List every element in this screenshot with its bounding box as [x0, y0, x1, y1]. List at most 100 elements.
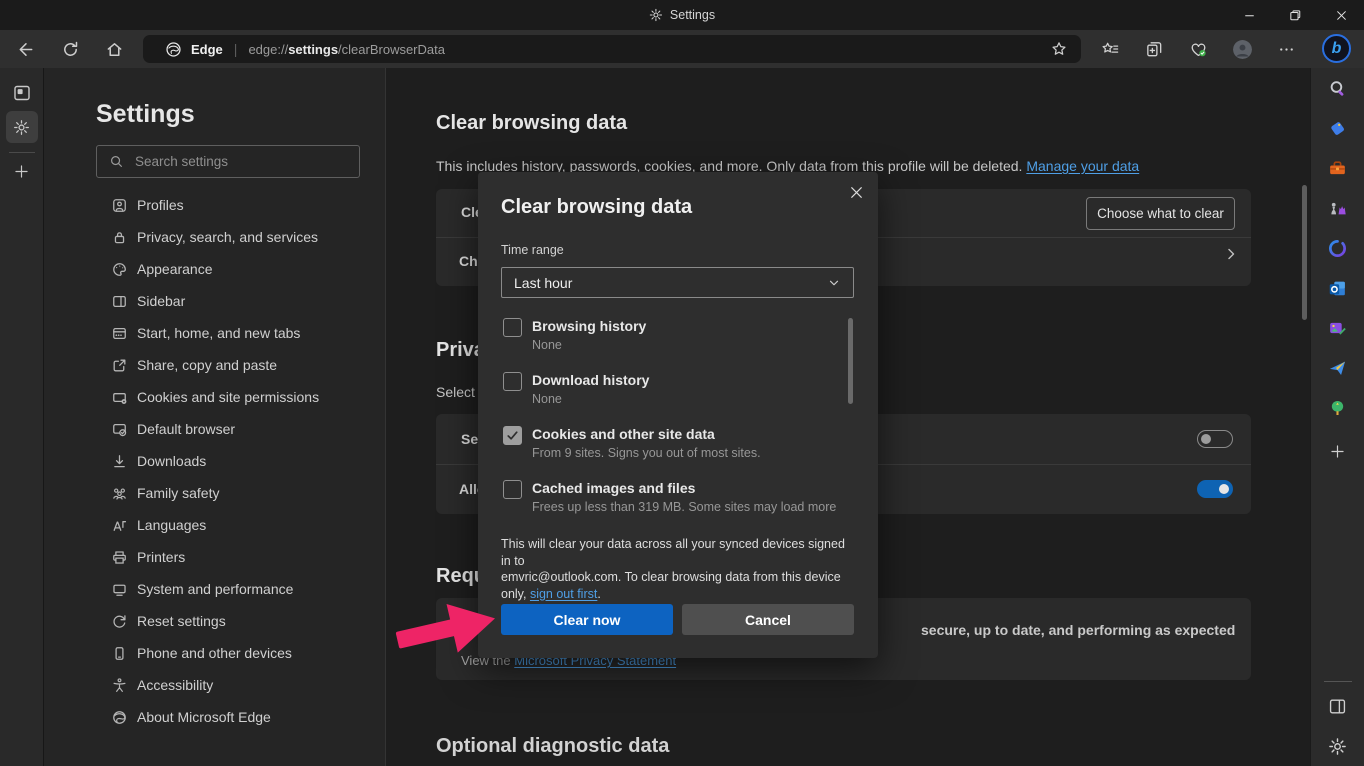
- download-history-checkbox[interactable]: [503, 372, 522, 391]
- sidebar-image-creator-button[interactable]: [1318, 308, 1358, 348]
- favorite-star-icon[interactable]: [1050, 40, 1068, 58]
- sidebar-settings-button[interactable]: [1318, 726, 1358, 766]
- sidebar-microsoft365-button[interactable]: [1318, 228, 1358, 268]
- time-range-value: Last hour: [514, 275, 572, 291]
- sidebar-tools-button[interactable]: [1318, 148, 1358, 188]
- panel-icon: [1327, 696, 1348, 717]
- search-input[interactable]: [133, 153, 359, 170]
- browser-check-icon: [111, 421, 128, 438]
- url-path: /clearBrowserData: [338, 42, 445, 57]
- dialog-close-button[interactable]: [848, 184, 865, 201]
- sign-out-first-link[interactable]: sign out first: [530, 587, 597, 601]
- dialog-title: Clear browsing data: [501, 196, 692, 219]
- sidebar-drop-button[interactable]: [1318, 348, 1358, 388]
- new-tab-icon[interactable]: [13, 163, 30, 180]
- sync-note-prefix: only,: [501, 587, 530, 601]
- sidebar-item-label: Downloads: [137, 453, 206, 469]
- address-bar[interactable]: Edge | edge://settings/clearBrowserData: [143, 35, 1081, 63]
- clear-now-button[interactable]: Clear now: [501, 604, 673, 635]
- secure-text: secure, up to date, and performing as ex…: [921, 622, 1235, 638]
- sidebar-item-label: Appearance: [137, 261, 213, 277]
- sidebar-tree-app-button[interactable]: [1318, 388, 1358, 428]
- do-not-track-toggle[interactable]: [1197, 430, 1233, 448]
- manage-your-data-link[interactable]: Manage your data: [1026, 158, 1139, 174]
- sidebar-item-share[interactable]: Share, copy and paste: [96, 349, 378, 381]
- collections-icon: [1145, 40, 1164, 59]
- sidebar-games-button[interactable]: [1318, 188, 1358, 228]
- sync-note: This will clear your data across all you…: [501, 536, 857, 602]
- sidebar-item-phone[interactable]: Phone and other devices: [96, 637, 378, 669]
- sync-note-line2: emvric@outlook.com. To clear browsing da…: [501, 569, 857, 586]
- minimize-button[interactable]: [1226, 0, 1272, 30]
- toggle-knob: [1201, 434, 1211, 444]
- sidebar-item-printers[interactable]: Printers: [96, 541, 378, 573]
- more-menu-button[interactable]: [1264, 30, 1308, 68]
- choose-what-to-clear-button[interactable]: Choose what to clear: [1086, 197, 1235, 230]
- back-button[interactable]: [16, 40, 35, 59]
- restore-button[interactable]: [1272, 0, 1318, 30]
- page-title: Clear browsing data: [436, 112, 627, 135]
- close-window-button[interactable]: [1318, 0, 1364, 30]
- sidebar-item-downloads[interactable]: Downloads: [96, 445, 378, 477]
- tab-actions-icon[interactable]: [12, 83, 32, 103]
- url-scheme: edge://: [248, 42, 288, 57]
- sidebar-add-button[interactable]: [1318, 428, 1358, 474]
- download-history-label: Download history: [532, 372, 649, 388]
- sidebar-item-about[interactable]: About Microsoft Edge: [96, 701, 378, 733]
- cached-images-sub: Frees up less than 319 MB. Some sites ma…: [532, 500, 836, 514]
- close-icon: [1333, 7, 1350, 24]
- profiles-icon: [111, 197, 128, 214]
- sidebar-shopping-button[interactable]: [1318, 108, 1358, 148]
- sidebar-item-cookies[interactable]: Cookies and site permissions: [96, 381, 378, 413]
- sidebar-panel-toggle[interactable]: [1318, 686, 1358, 726]
- sidebar-item-accessibility[interactable]: Accessibility: [96, 669, 378, 701]
- browsing-history-sub: None: [532, 338, 562, 352]
- sidebar-item-family[interactable]: Family safety: [96, 477, 378, 509]
- settings-search-box[interactable]: [96, 145, 360, 178]
- bing-copilot-button[interactable]: b: [1322, 34, 1351, 63]
- cookies-checkbox[interactable]: [503, 426, 522, 445]
- browsing-history-checkbox[interactable]: [503, 318, 522, 337]
- collections-button[interactable]: [1132, 30, 1176, 68]
- sidebar-item-system[interactable]: System and performance: [96, 573, 378, 605]
- refresh-button[interactable]: [61, 40, 80, 59]
- sidebar-item-reset[interactable]: Reset settings: [96, 605, 378, 637]
- browser-window: Settings Edge | edge://settings/clearBro…: [0, 0, 1364, 766]
- sidebar-outlook-button[interactable]: [1318, 268, 1358, 308]
- home-button[interactable]: [105, 40, 124, 59]
- chevron-right-icon[interactable]: [1223, 246, 1239, 262]
- sidebar-item-languages[interactable]: Languages: [96, 509, 378, 541]
- download-history-sub: None: [532, 392, 562, 406]
- page-scrollbar[interactable]: [1302, 185, 1307, 320]
- cached-images-checkbox[interactable]: [503, 480, 522, 499]
- sync-note-line1: This will clear your data across all you…: [501, 536, 857, 569]
- new-tab-page-icon: [111, 325, 128, 342]
- sidebar-search-button[interactable]: [1318, 68, 1358, 108]
- rail-divider: [1324, 681, 1352, 682]
- sidebar-item-sidebar[interactable]: Sidebar: [96, 285, 378, 317]
- edge-sidebar-rail: [1310, 68, 1364, 766]
- clear-browsing-data-dialog: Clear browsing data Time range Last hour…: [478, 172, 878, 658]
- sidebar-item-label: Accessibility: [137, 677, 213, 693]
- time-range-select[interactable]: Last hour: [501, 267, 854, 298]
- sidebar-item-default-browser[interactable]: Default browser: [96, 413, 378, 445]
- sidebar-item-label: About Microsoft Edge: [137, 709, 271, 725]
- payment-methods-toggle[interactable]: [1197, 480, 1233, 498]
- profile-button[interactable]: [1220, 30, 1264, 68]
- cached-images-label: Cached images and files: [532, 480, 695, 496]
- cancel-button[interactable]: Cancel: [682, 604, 854, 635]
- bing-icon: b: [1332, 40, 1342, 58]
- sidebar-item-appearance[interactable]: Appearance: [96, 253, 378, 285]
- favorites-button[interactable]: [1088, 30, 1132, 68]
- rail-settings-button[interactable]: [6, 111, 38, 143]
- sidebar-item-start-home[interactable]: Start, home, and new tabs: [96, 317, 378, 349]
- download-icon: [111, 453, 128, 470]
- gear-icon: [13, 119, 30, 136]
- sidebar-item-profiles[interactable]: Profiles: [96, 189, 378, 221]
- dialog-scrollbar[interactable]: [848, 318, 853, 404]
- sidebar-item-privacy[interactable]: Privacy, search, and services: [96, 221, 378, 253]
- browser-essentials-button[interactable]: [1176, 30, 1220, 68]
- sidebar-panel-icon: [111, 293, 128, 310]
- sidebar-item-label: Profiles: [137, 197, 184, 213]
- window-title: Settings: [670, 8, 715, 22]
